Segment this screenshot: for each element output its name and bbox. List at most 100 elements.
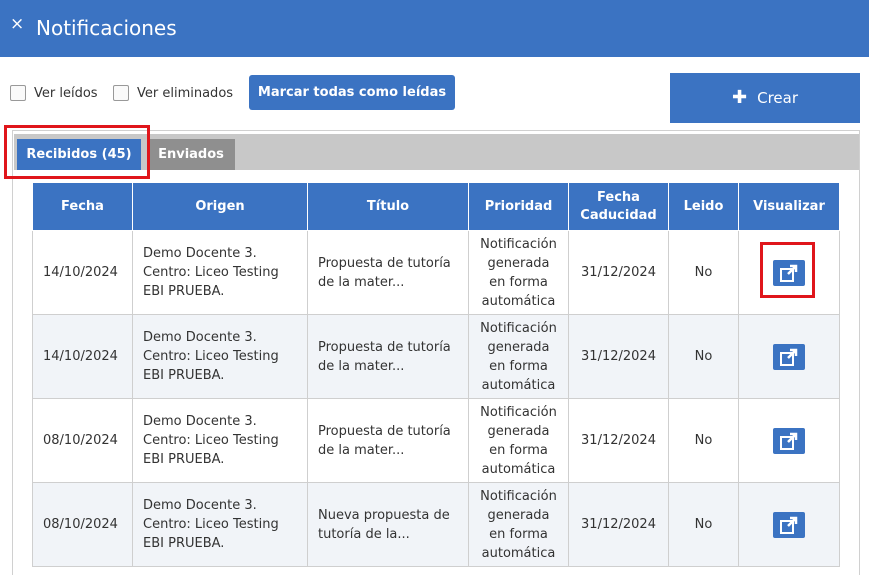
- prioridad-line: automática: [481, 293, 556, 309]
- checkbox-box[interactable]: [113, 85, 129, 101]
- external-link-icon: [780, 348, 798, 366]
- titulo-line: Nueva propuesta de: [318, 507, 450, 523]
- prioridad-line: automática: [481, 545, 556, 561]
- cell-prioridad: Notificación generada en forma automática: [468, 398, 569, 483]
- prioridad-line: generada: [487, 339, 550, 355]
- prioridad-line: en forma: [489, 358, 548, 374]
- external-link-icon: [780, 264, 798, 282]
- visualizar-button[interactable]: [773, 511, 805, 538]
- col-origen[interactable]: Origen: [132, 182, 308, 231]
- titulo-line: de la mater...: [318, 358, 405, 374]
- origen-line: EBI PRUEBA.: [143, 536, 225, 551]
- mark-all-read-button[interactable]: Marcar todas como leídas: [249, 75, 455, 110]
- create-button[interactable]: ✚ Crear: [670, 73, 860, 123]
- origen-line: Centro: Liceo Testing: [143, 517, 279, 532]
- titulo-line: de la mater...: [318, 274, 405, 290]
- prioridad-line: en forma: [489, 274, 548, 290]
- titulo-line: Propuesta de tutoría: [318, 255, 451, 271]
- plus-icon: ✚: [732, 87, 748, 108]
- origen-line: Centro: Liceo Testing: [143, 265, 279, 280]
- col-fecha[interactable]: Fecha: [32, 182, 133, 231]
- table-row[interactable]: 14/10/2024 Demo Docente 3. Centro: Liceo …: [32, 230, 840, 315]
- visualizar-button[interactable]: [773, 343, 805, 370]
- origen-line: Demo Docente 3.: [143, 414, 257, 429]
- prioridad-line: generada: [487, 507, 550, 523]
- external-link-icon: [780, 516, 798, 534]
- titulo-line: de la mater...: [318, 442, 405, 458]
- cell-prioridad: Notificación generada en forma automática: [468, 314, 569, 399]
- tab-bar: Recibidos (45) Enviados: [14, 134, 859, 170]
- cell-visualizar: [738, 398, 840, 483]
- cell-leido: No: [668, 314, 739, 399]
- table-row[interactable]: 08/10/2024 Demo Docente 3. Centro: Liceo …: [32, 398, 840, 483]
- cell-visualizar: [738, 230, 840, 315]
- visualizar-button[interactable]: [773, 259, 805, 286]
- table-row[interactable]: 08/10/2024 Demo Docente 3. Centro: Liceo …: [32, 482, 840, 567]
- col-titulo[interactable]: Título: [307, 182, 469, 231]
- cell-origen: Demo Docente 3. Centro: Liceo Testing EBI …: [132, 482, 308, 567]
- visualizar-button[interactable]: [773, 427, 805, 454]
- origen-line: EBI PRUEBA.: [143, 368, 225, 383]
- ver-eliminados-checkbox[interactable]: Ver eliminados: [113, 83, 233, 103]
- col-leido[interactable]: Leido: [668, 182, 739, 231]
- cell-visualizar: [738, 482, 840, 567]
- origen-line: Centro: Liceo Testing: [143, 433, 279, 448]
- prioridad-line: en forma: [489, 526, 548, 542]
- cell-caducidad: 31/12/2024: [568, 398, 669, 483]
- cell-caducidad: 31/12/2024: [568, 230, 669, 315]
- cell-fecha: 08/10/2024: [32, 482, 133, 567]
- cell-prioridad: Notificación generada en forma automática: [468, 482, 569, 567]
- titulo-line: Propuesta de tutoría: [318, 423, 451, 439]
- origen-line: Demo Docente 3.: [143, 330, 257, 345]
- prioridad-line: Notificación: [480, 488, 557, 504]
- cell-origen: Demo Docente 3. Centro: Liceo Testing EBI …: [132, 314, 308, 399]
- cell-origen: Demo Docente 3. Centro: Liceo Testing EBI …: [132, 230, 308, 315]
- cell-leido: No: [668, 398, 739, 483]
- col-fecha-caducidad-line1: Fecha: [597, 189, 640, 205]
- titulo-line: Propuesta de tutoría: [318, 339, 451, 355]
- prioridad-line: automática: [481, 461, 556, 477]
- col-fecha-caducidad[interactable]: Fecha Caducidad: [568, 182, 669, 231]
- checkbox-box[interactable]: [10, 85, 26, 101]
- prioridad-line: Notificación: [480, 236, 557, 252]
- titulo-line: tutoría de la...: [318, 526, 410, 542]
- tab-enviados[interactable]: Enviados: [147, 139, 235, 170]
- table-header-row: Fecha Origen Título Prioridad Fecha Caduc…: [32, 182, 840, 231]
- close-icon[interactable]: ×: [10, 14, 24, 34]
- col-visualizar: Visualizar: [738, 182, 840, 231]
- cell-titulo: Nueva propuesta de tutoría de la...: [307, 482, 469, 567]
- cell-visualizar: [738, 314, 840, 399]
- prioridad-line: generada: [487, 255, 550, 271]
- ver-leidos-label: Ver leídos: [34, 85, 98, 101]
- cell-titulo: Propuesta de tutoría de la mater...: [307, 398, 469, 483]
- cell-fecha: 14/10/2024: [32, 230, 133, 315]
- origen-line: Demo Docente 3.: [143, 498, 257, 513]
- cell-caducidad: 31/12/2024: [568, 482, 669, 567]
- table-row[interactable]: 14/10/2024 Demo Docente 3. Centro: Liceo …: [32, 314, 840, 399]
- origen-line: EBI PRUEBA.: [143, 284, 225, 299]
- prioridad-line: Notificación: [480, 320, 557, 336]
- external-link-icon: [780, 432, 798, 450]
- cell-leido: No: [668, 482, 739, 567]
- col-prioridad[interactable]: Prioridad: [468, 182, 569, 231]
- cell-titulo: Propuesta de tutoría de la mater...: [307, 314, 469, 399]
- notifications-table: Fecha Origen Título Prioridad Fecha Caduc…: [32, 182, 840, 567]
- tab-recibidos[interactable]: Recibidos (45): [17, 139, 141, 170]
- create-label: Crear: [757, 89, 798, 107]
- cell-fecha: 14/10/2024: [32, 314, 133, 399]
- ver-leidos-checkbox[interactable]: Ver leídos: [10, 83, 98, 103]
- origen-line: Demo Docente 3.: [143, 246, 257, 261]
- cell-titulo: Propuesta de tutoría de la mater...: [307, 230, 469, 315]
- prioridad-line: automática: [481, 377, 556, 393]
- cell-fecha: 08/10/2024: [32, 398, 133, 483]
- prioridad-line: generada: [487, 423, 550, 439]
- col-fecha-caducidad-line2: Caducidad: [580, 207, 657, 223]
- page-title: Notificaciones: [36, 16, 177, 40]
- cell-prioridad: Notificación generada en forma automática: [468, 230, 569, 315]
- origen-line: EBI PRUEBA.: [143, 452, 225, 467]
- header-bar: × Notificaciones: [0, 0, 869, 57]
- prioridad-line: en forma: [489, 442, 548, 458]
- cell-origen: Demo Docente 3. Centro: Liceo Testing EBI …: [132, 398, 308, 483]
- cell-caducidad: 31/12/2024: [568, 314, 669, 399]
- cell-leido: No: [668, 230, 739, 315]
